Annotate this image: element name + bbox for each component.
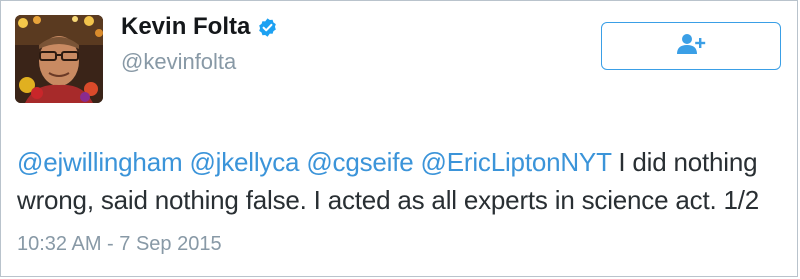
- mention-link[interactable]: @EricLiptonNYT: [421, 147, 612, 177]
- add-user-icon: [676, 32, 706, 61]
- tweet-card: Kevin Folta @kevinfolta @ejwillingham @j…: [0, 0, 798, 277]
- author-handle[interactable]: @kevinfolta: [121, 49, 236, 75]
- mention-link[interactable]: @jkellyca: [189, 147, 299, 177]
- tweet-timestamp[interactable]: 10:32 AM - 7 Sep 2015: [17, 233, 222, 256]
- author-name[interactable]: Kevin Folta: [121, 13, 250, 41]
- avatar[interactable]: [15, 15, 103, 103]
- mention-link[interactable]: @cgseife: [306, 147, 413, 177]
- author-name-row: Kevin Folta: [121, 13, 278, 41]
- tweet-text: @ejwillingham @jkellyca @cgseife @EricLi…: [17, 143, 787, 219]
- verified-badge-icon: [257, 17, 278, 38]
- mention-link[interactable]: @ejwillingham: [17, 147, 183, 177]
- follow-button[interactable]: [601, 22, 781, 70]
